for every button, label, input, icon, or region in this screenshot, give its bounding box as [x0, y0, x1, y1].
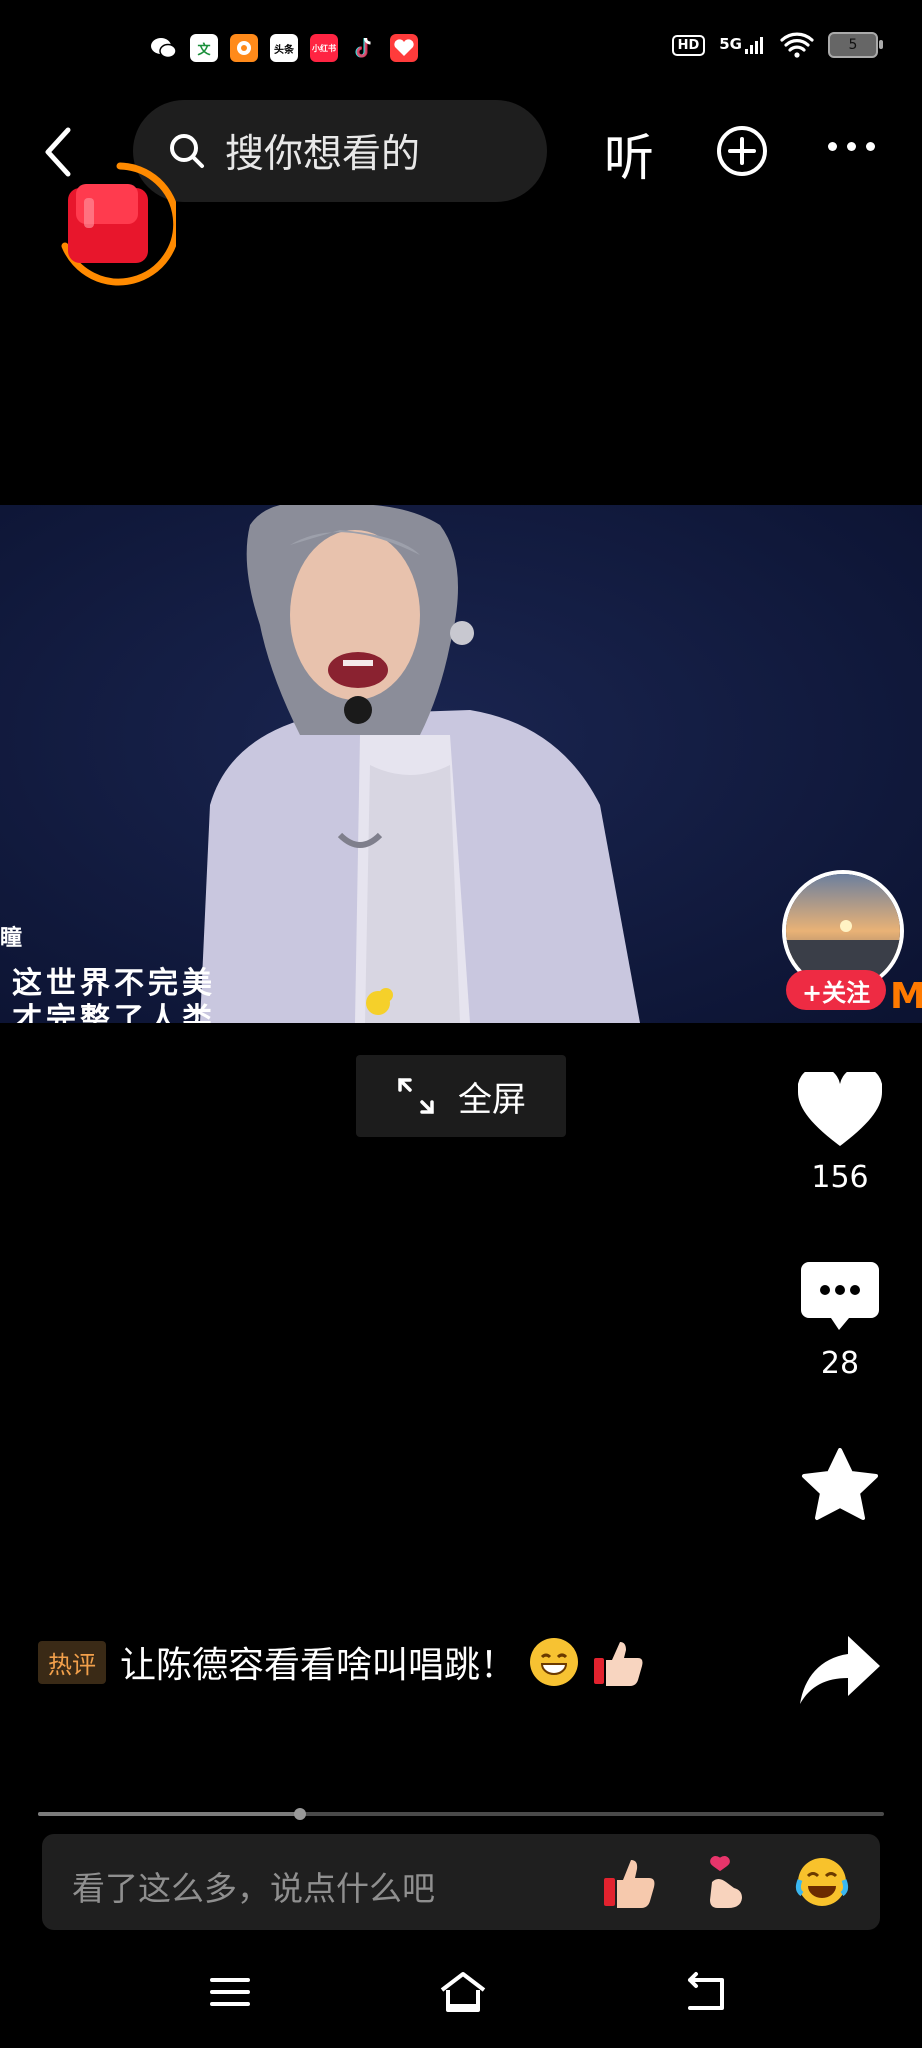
- xiaohongshu-app-icon: 小红书: [310, 34, 338, 62]
- comment-input-placeholder: 看了这么多，说点什么吧: [72, 1869, 435, 1908]
- add-button[interactable]: [715, 124, 769, 178]
- search-placeholder: 搜你想看的: [225, 132, 421, 177]
- more-button[interactable]: [828, 142, 875, 151]
- listen-button[interactable]: 听: [604, 118, 654, 190]
- search-bar[interactable]: 搜你想看的: [133, 100, 547, 202]
- comment-count: 28: [820, 1346, 860, 1381]
- wen-app-icon: 文: [190, 34, 218, 62]
- status-bar-system: HD 5G 5: [671, 32, 883, 58]
- fullscreen-button[interactable]: 全屏: [356, 1055, 566, 1137]
- wifi-icon: [780, 32, 814, 58]
- status-bar-app-icons: 文 头条 小红书: [150, 34, 418, 62]
- thumbs-up-emoji-icon: [594, 1642, 643, 1686]
- plus-circle-icon: [717, 126, 767, 176]
- return-icon: [688, 1972, 724, 2010]
- floating-task-badge[interactable]: [60, 148, 181, 288]
- toutiao-app-icon: 头条: [270, 34, 298, 62]
- menu-icon: [210, 1978, 250, 2006]
- nav-home-button[interactable]: [438, 1970, 486, 2014]
- watermark-logo: M: [890, 976, 922, 1017]
- comment-bubble-icon: [801, 1262, 879, 1330]
- progress-handle[interactable]: [294, 1808, 307, 1820]
- thumbs-up-quick-emoji-icon[interactable]: [600, 1854, 656, 1910]
- reading-app-icon: [390, 34, 418, 62]
- fullscreen-label: 全屏: [458, 1079, 526, 1120]
- laughing-crying-quick-emoji-icon[interactable]: [794, 1854, 850, 1910]
- expand-icon: [398, 1078, 434, 1114]
- favorite-button[interactable]: [790, 1448, 890, 1524]
- hot-comment[interactable]: 热评 让陈德容看看啥叫唱跳！: [38, 1636, 648, 1688]
- progress-fill: [38, 1812, 301, 1816]
- share-button[interactable]: [790, 1634, 890, 1706]
- comment-button[interactable]: 28: [790, 1262, 890, 1381]
- comment-input-bar[interactable]: 看了这么多，说点什么吧: [42, 1834, 880, 1930]
- lyric-line-2: 才完整了人类: [12, 1003, 216, 1023]
- playback-progress[interactable]: [38, 1808, 884, 1820]
- red-box-icon: [61, 162, 181, 286]
- wechat-icon: [150, 34, 178, 62]
- signal-icon: 5G: [719, 35, 766, 55]
- more-dots-icon: [828, 142, 837, 151]
- nav-back-button[interactable]: [684, 1970, 728, 2014]
- heart-icon: [798, 1072, 882, 1146]
- lyric-prefix: 瞳: [0, 925, 27, 950]
- hot-comment-tag: 热评: [38, 1640, 106, 1684]
- hot-comment-text: 让陈德容看看啥叫唱跳！: [120, 1645, 517, 1686]
- nav-menu-button[interactable]: [208, 1970, 252, 2014]
- share-arrow-icon: [800, 1636, 880, 1704]
- photos-app-icon: [230, 34, 258, 62]
- douyin-app-icon: [350, 34, 378, 62]
- finger-heart-quick-emoji-icon[interactable]: [698, 1854, 754, 1910]
- follow-button[interactable]: +关注: [786, 970, 887, 1010]
- grin-emoji-icon: [530, 1638, 579, 1686]
- like-button[interactable]: 156: [790, 1072, 890, 1195]
- like-count: 156: [811, 1160, 869, 1195]
- home-icon: [440, 1972, 486, 2012]
- star-icon: [802, 1448, 878, 1520]
- battery-icon: 5: [828, 32, 883, 58]
- hd-indicator: HD: [671, 34, 706, 56]
